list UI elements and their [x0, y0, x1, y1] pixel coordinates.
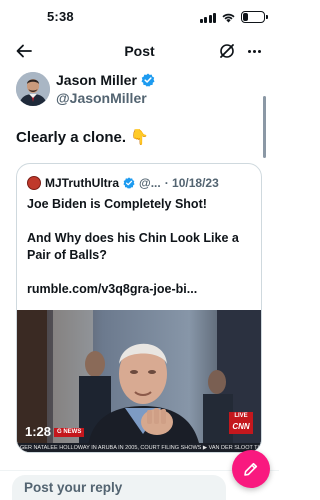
wifi-icon: [222, 13, 235, 23]
news-tag: G NEWS: [54, 428, 85, 437]
network-logo: CNN: [229, 420, 253, 434]
more-horizontal-icon[interactable]: [248, 50, 261, 53]
author-name-row[interactable]: Jason Miller: [56, 72, 155, 88]
quoted-text: Joe Biden is Completely Shot! And Why do…: [27, 196, 257, 298]
quoted-post[interactable]: MJTruthUltra @... · 10/18/23 Joe Biden i…: [16, 163, 262, 453]
post-text: Clearly a clone. 👇: [16, 129, 149, 146]
news-ticker: GER NATALEE HOLLOWAY IN ARUBA IN 2005, C…: [17, 443, 261, 452]
signal-icon: [199, 12, 216, 23]
compose-button[interactable]: [232, 450, 270, 488]
quoted-post-header: MJTruthUltra @... · 10/18/23: [27, 176, 219, 190]
reply-placeholder[interactable]: Post your reply: [24, 480, 122, 495]
status-time: 5:38: [47, 9, 74, 24]
battery-icon: 24: [241, 11, 268, 23]
quoted-author-name: MJTruthUltra: [45, 176, 120, 190]
video-thumbnail[interactable]: 1:28 G NEWS LIVE CNN GER NATALEE HOLLOWA…: [17, 310, 261, 452]
quoted-date: · 10/18/23: [164, 176, 219, 190]
author-name[interactable]: Jason Miller: [56, 72, 137, 88]
quoted-link[interactable]: rumble.com/v3q8gra-joe-bi...: [27, 281, 257, 298]
avatar[interactable]: [16, 72, 50, 106]
quoted-question: And Why does his Chin Look Like a Pair o…: [27, 231, 239, 262]
quoted-avatar: [27, 176, 41, 190]
top-nav: Post: [0, 36, 279, 66]
live-badge: LIVE: [229, 412, 253, 420]
compose-icon: [244, 462, 258, 476]
scrollbar[interactable]: [263, 96, 266, 158]
verified-badge-icon: [123, 177, 135, 189]
grok-icon[interactable]: [218, 42, 236, 60]
verified-badge-icon: [141, 73, 155, 87]
page-title: Post: [124, 43, 155, 59]
quoted-headline: Joe Biden is Completely Shot!: [27, 197, 207, 211]
video-time: 1:28: [25, 424, 52, 439]
status-bar: 5:38 24: [0, 0, 279, 36]
status-icons: 24: [199, 11, 268, 23]
battery-level: 24: [248, 12, 258, 22]
author-handle[interactable]: @JasonMiller: [56, 90, 147, 106]
quoted-author-handle: @...: [139, 176, 161, 190]
